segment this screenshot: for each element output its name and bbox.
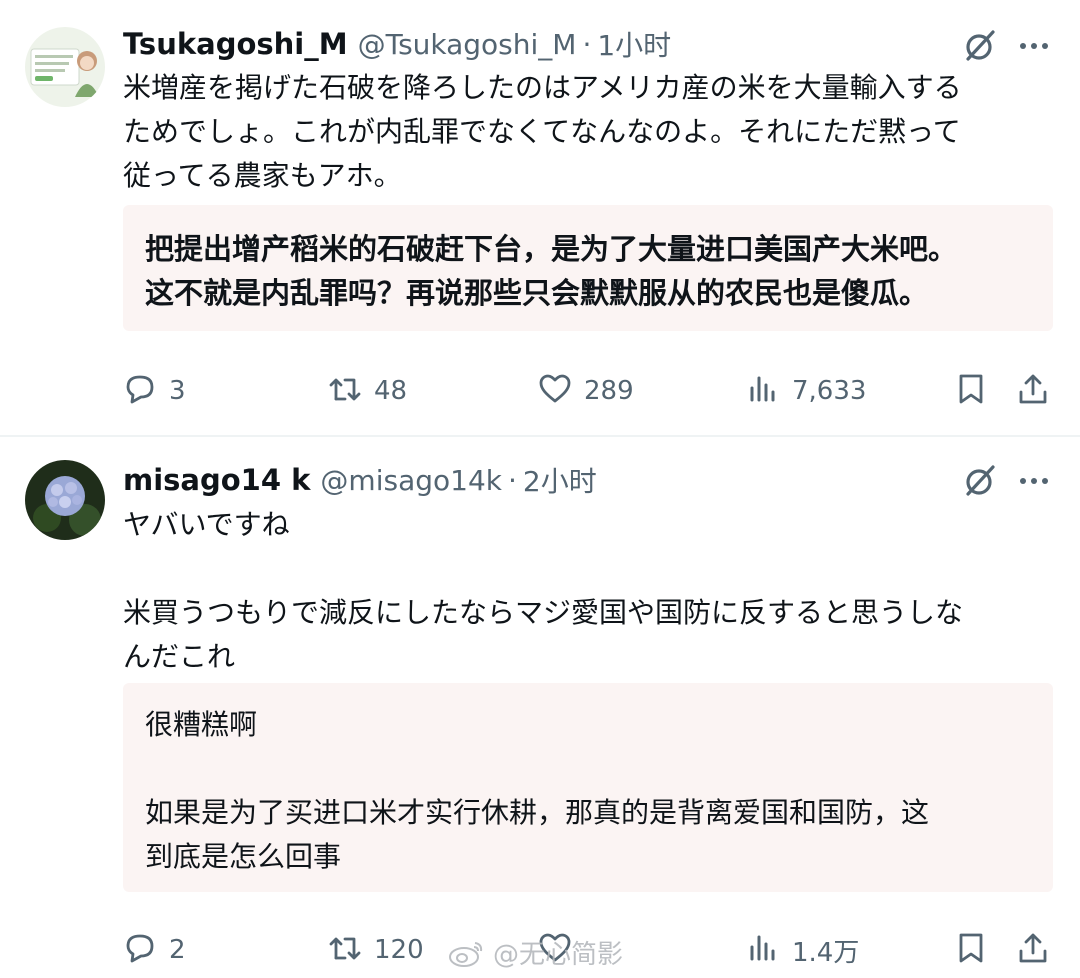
weibo-logo-icon xyxy=(447,937,487,969)
translation-box: 很糟糕啊 如果是为了买进口米才实行休耕，那真的是背离爱国和国防，这 到底是怎么回… xyxy=(123,683,1053,892)
repost-icon xyxy=(328,372,362,410)
more-icon[interactable] xyxy=(1014,461,1054,501)
grok-icon[interactable] xyxy=(960,461,1000,501)
tweet[interactable]: misago14 k @misago14k · 2小时 ヤバいですね 米買うつも… xyxy=(0,437,1080,978)
translation-box: 把提出增产稻米的石破赶下台，是为了大量进口美国产大米吧。 这不就是内乱罪吗？再说… xyxy=(123,205,1053,331)
display-name[interactable]: misago14 k xyxy=(123,463,310,497)
share-button[interactable] xyxy=(1016,366,1050,416)
display-name[interactable]: Tsukagoshi_M xyxy=(123,27,348,61)
views-button[interactable]: 1.4万 xyxy=(746,925,859,975)
user-handle[interactable]: @Tsukagoshi_M xyxy=(358,28,577,61)
reply-icon xyxy=(123,372,157,410)
bookmark-icon xyxy=(954,931,988,969)
reply-count: 2 xyxy=(169,935,186,965)
tweet-header: Tsukagoshi_M @Tsukagoshi_M · 1小时 xyxy=(123,24,671,64)
tweet[interactable]: Tsukagoshi_M @Tsukagoshi_M · 1小时 米増産を掲げた… xyxy=(0,0,1080,436)
watermark: @无心简影 xyxy=(447,934,623,971)
view-count: 1.4万 xyxy=(792,937,860,968)
share-icon xyxy=(1016,931,1050,969)
reply-button[interactable]: 2 xyxy=(123,925,186,975)
view-count: 7,633 xyxy=(792,376,867,406)
share-icon xyxy=(1016,372,1050,410)
like-button[interactable]: 289 xyxy=(538,366,634,416)
separator-dot: · xyxy=(582,27,592,61)
views-icon xyxy=(746,372,780,410)
repost-count: 120 xyxy=(374,935,424,965)
bookmark-icon xyxy=(954,372,988,410)
more-icon[interactable] xyxy=(1014,26,1054,66)
watermark-text: @无心简影 xyxy=(493,940,624,970)
tweet-header: misago14 k @misago14k · 2小时 xyxy=(123,460,597,500)
avatar[interactable] xyxy=(25,460,105,540)
reply-count: 3 xyxy=(169,376,186,406)
grok-icon[interactable] xyxy=(960,26,1000,66)
timestamp[interactable]: 2小时 xyxy=(523,460,597,500)
reply-icon xyxy=(123,931,157,969)
views-icon xyxy=(746,931,780,969)
repost-button[interactable]: 120 xyxy=(328,925,424,975)
like-count: 289 xyxy=(584,376,634,406)
repost-icon xyxy=(328,931,362,969)
bookmark-button[interactable] xyxy=(954,366,988,416)
repost-count: 48 xyxy=(374,376,408,406)
tweet-text: 米増産を掲げた石破を降ろしたのはアメリカ産の米を大量輸入する ためでしょ。これが… xyxy=(123,71,962,192)
repost-button[interactable]: 48 xyxy=(328,366,407,416)
views-button[interactable]: 7,633 xyxy=(746,366,866,416)
share-button[interactable] xyxy=(1016,925,1050,975)
reply-button[interactable]: 3 xyxy=(123,366,186,416)
user-handle[interactable]: @misago14k xyxy=(320,464,502,497)
timestamp[interactable]: 1小时 xyxy=(597,24,671,64)
tweet-text: ヤバいですね 米買うつもりで減反にしたならマジ愛国や国防に反すると思うしな んだ… xyxy=(123,508,964,673)
like-icon xyxy=(538,372,572,410)
action-bar: 3 48 289 7,633 xyxy=(0,366,1080,416)
separator-dot: · xyxy=(507,463,517,497)
bookmark-button[interactable] xyxy=(954,925,988,975)
avatar[interactable] xyxy=(25,27,105,107)
